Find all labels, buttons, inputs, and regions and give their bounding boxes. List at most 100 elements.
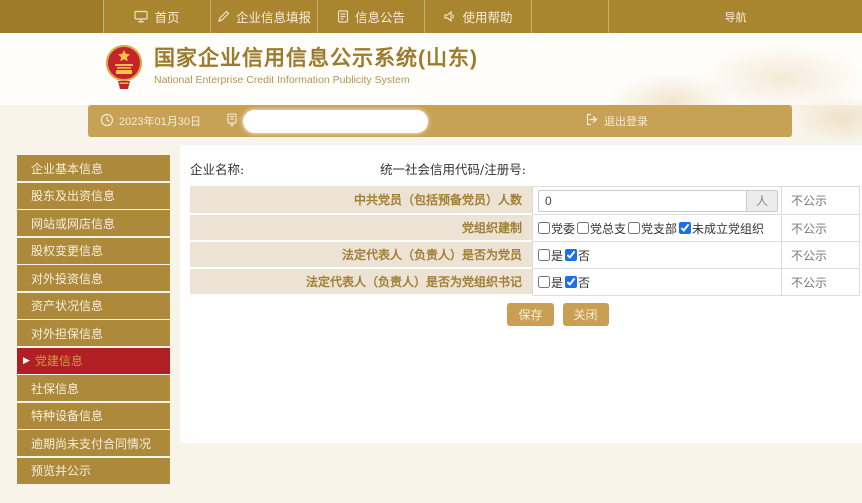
site-header: 国家企业信用信息公示系统(山东) National Enterprise Cre… [0, 33, 862, 105]
sidebar-item[interactable]: 逾期尚未支付合同情况 [17, 430, 170, 456]
close-button[interactable]: 关闭 [563, 303, 609, 326]
checkbox-option[interactable]: 党总支 [577, 220, 626, 237]
checkbox[interactable] [628, 222, 640, 234]
site-title: 国家企业信用信息公示系统(山东) [154, 46, 478, 72]
checkbox[interactable] [538, 249, 550, 261]
checkbox[interactable] [538, 222, 550, 234]
brand: 国家企业信用信息公示系统(山东) National Enterprise Cre… [104, 43, 478, 91]
party-info-form: 中共党员（包括预备党员）人数人不公示党组织建制党委党总支党支部未成立党组织不公示… [190, 186, 860, 296]
form-row-value: 党委党总支党支部未成立党组织 [532, 215, 782, 242]
form-row-value: 是否 [532, 269, 782, 296]
pen-icon [217, 10, 230, 23]
checkbox-option[interactable]: 党委 [538, 220, 575, 237]
sidebar-item-label: 股权变更信息 [31, 242, 103, 259]
content-panel: 企业名称: 统一社会信用代码/注册号: 中共党员（包括预备党员）人数人不公示党组… [180, 145, 862, 443]
company-headline: 企业名称: 统一社会信用代码/注册号: [190, 159, 850, 178]
checkbox-option[interactable]: 是 [538, 274, 563, 291]
form-row-label: 党组织建制 [190, 215, 532, 242]
sidebar-item[interactable]: 对外投资信息 [17, 265, 170, 291]
form-row-label: 法定代表人（负责人）是否为党员 [190, 242, 532, 269]
company-name-label: 企业名称: [190, 162, 244, 177]
sidebar-item[interactable]: 股权变更信息 [17, 238, 170, 264]
logout-label: 退出登录 [604, 113, 648, 129]
checkbox[interactable] [679, 222, 691, 234]
sidebar-item[interactable]: 股东及出资信息 [17, 183, 170, 209]
sidebar-item-label: 社保信息 [31, 380, 79, 397]
company-name-redacted [243, 110, 428, 133]
sidebar-item-label: 逾期尚未支付合同情况 [31, 435, 151, 452]
nav-item-label: 企业信息填报 [236, 7, 311, 26]
company-identity [226, 105, 428, 137]
national-emblem-logo [104, 43, 144, 91]
sidebar-item-label: 特种设备信息 [31, 407, 103, 424]
current-date: 2023年01月30日 [119, 113, 201, 129]
checkbox[interactable] [577, 222, 589, 234]
sidebar-item-label: 企业基本信息 [31, 160, 103, 177]
sidebar-item[interactable]: 社保信息 [17, 375, 170, 401]
checkbox-option[interactable]: 是 [538, 247, 563, 264]
sidebar-item-label: 党建信息 [35, 352, 83, 369]
nav-item-navigation[interactable]: 导航 [608, 0, 862, 33]
checkbox-option[interactable]: 党支部 [628, 220, 677, 237]
checkbox-label: 党委 [551, 220, 575, 237]
monitor-icon [134, 10, 148, 23]
nav-item-label: 首页 [154, 7, 179, 26]
publish-status: 不公示 [782, 186, 860, 215]
form-actions: 保存 关闭 [217, 303, 862, 326]
checkbox[interactable] [538, 276, 550, 288]
checkbox-label: 否 [578, 274, 590, 291]
party-member-count-input[interactable] [538, 190, 746, 212]
checkbox[interactable] [565, 249, 577, 261]
company-badge-icon [226, 113, 238, 130]
sidebar: 企业基本信息股东及出资信息网站或网店信息股权变更信息对外投资信息资产状况信息对外… [17, 155, 170, 485]
save-button[interactable]: 保存 [507, 303, 553, 326]
form-row: 法定代表人（负责人）是否为党组织书记是否不公示 [190, 269, 860, 296]
sidebar-item[interactable]: ▶ 党建信息 [17, 348, 170, 374]
checkbox-option[interactable]: 否 [565, 247, 590, 264]
checkbox-label: 否 [578, 247, 590, 264]
checkbox-label: 未成立党组织 [692, 220, 764, 237]
user-bar: 2023年01月30日 退出登录 [88, 105, 792, 137]
sidebar-item-label: 资产状况信息 [31, 297, 103, 314]
sidebar-item[interactable]: 特种设备信息 [17, 403, 170, 429]
form-row: 中共党员（包括预备党员）人数 人不公示 [190, 186, 860, 215]
nav-item-help[interactable]: 使用帮助 [424, 0, 531, 33]
unit-addon: 人 [746, 190, 778, 212]
form-row-label: 中共党员（包括预备党员）人数 [190, 186, 532, 215]
sidebar-item-label: 股东及出资信息 [31, 187, 115, 204]
nav-gap [531, 0, 608, 33]
nav-spacer [0, 0, 103, 33]
clock-icon [100, 113, 114, 130]
sidebar-item[interactable]: 对外担保信息 [17, 320, 170, 346]
checkbox-label: 是 [551, 274, 563, 291]
sidebar-item[interactable]: 资产状况信息 [17, 293, 170, 319]
checkbox-label: 党总支 [590, 220, 626, 237]
form-row: 法定代表人（负责人）是否为党员是否不公示 [190, 242, 860, 269]
checkbox-label: 是 [551, 247, 563, 264]
selected-arrow-icon: ▶ [23, 356, 30, 366]
publish-status: 不公示 [782, 215, 860, 242]
sidebar-item[interactable]: 企业基本信息 [17, 155, 170, 181]
top-nav: 首页 企业信息填报 信息公告 使用帮助 导航 [0, 0, 862, 33]
nav-item-enterprise-filing[interactable]: 企业信息填报 [210, 0, 317, 33]
sidebar-item[interactable]: 预览并公示 [17, 458, 170, 484]
notice-icon [337, 10, 349, 23]
nav-item-label: 信息公告 [355, 7, 405, 26]
sidebar-item-label: 预览并公示 [31, 462, 91, 479]
logout-button[interactable]: 退出登录 [585, 105, 648, 137]
checkbox-option[interactable]: 未成立党组织 [679, 220, 764, 237]
sidebar-item-label: 对外担保信息 [31, 325, 103, 342]
checkbox[interactable] [565, 276, 577, 288]
page: 首页 企业信息填报 信息公告 使用帮助 导航 [0, 0, 862, 503]
nav-item-label: 使用帮助 [462, 7, 512, 26]
checkbox-label: 党支部 [641, 220, 677, 237]
form-row-value: 是否 [532, 242, 782, 269]
nav-item-announcements[interactable]: 信息公告 [317, 0, 424, 33]
checkbox-option[interactable]: 否 [565, 274, 590, 291]
form-row-value: 人 [532, 186, 782, 215]
credit-code-label: 统一社会信用代码/注册号: [380, 159, 526, 178]
sidebar-item[interactable]: 网站或网店信息 [17, 210, 170, 236]
form-row: 党组织建制党委党总支党支部未成立党组织不公示 [190, 215, 860, 242]
date-display: 2023年01月30日 [100, 105, 201, 137]
nav-item-home[interactable]: 首页 [103, 0, 210, 33]
